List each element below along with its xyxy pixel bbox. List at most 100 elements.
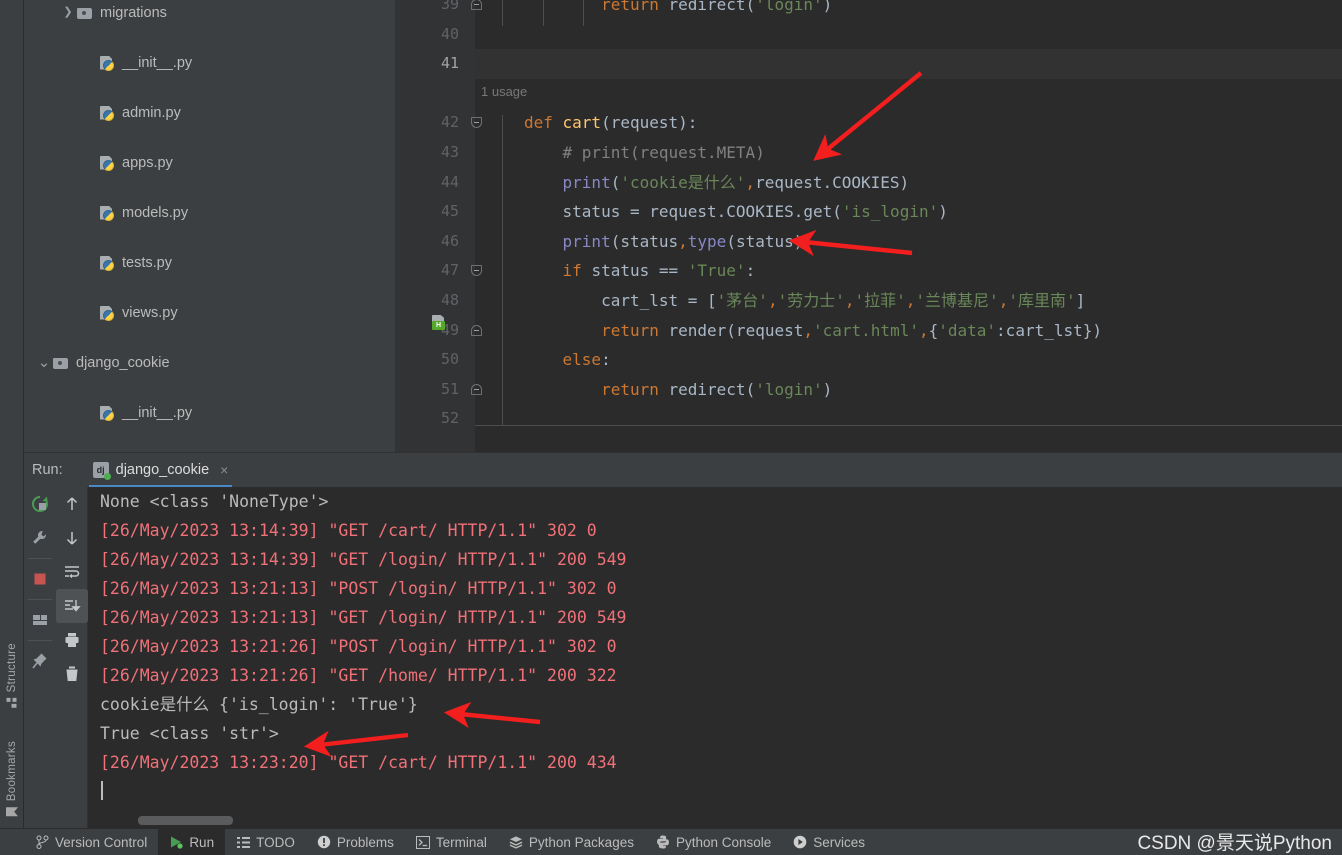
code-token: type	[687, 231, 727, 251]
chevron-down-icon[interactable]: ⌄	[36, 355, 52, 370]
layout-icon[interactable]	[24, 603, 56, 637]
settings-wrench-icon[interactable]	[24, 521, 56, 555]
code-token: else	[562, 350, 602, 370]
run-tab-label: django_cookie	[115, 462, 210, 478]
line-number: 50	[440, 350, 459, 369]
up-arrow-icon[interactable]	[56, 487, 88, 521]
code-token: print	[562, 231, 611, 251]
print-icon[interactable]	[56, 623, 88, 657]
line-number: 49	[440, 320, 459, 339]
usage-inlay-hint[interactable]: 1 usage	[481, 84, 527, 99]
editor-line[interactable]	[475, 49, 1342, 79]
code-token: )	[822, 379, 833, 399]
line-number: 47	[440, 261, 459, 280]
status-bar-item-version-control[interactable]: Version Control	[24, 829, 158, 855]
code-token: redirect(	[668, 379, 756, 399]
console-line: [26/May/2023 13:21:13] "POST /login/ HTT…	[100, 579, 617, 598]
code-token: 'is_login'	[841, 202, 939, 222]
python-file-icon	[98, 105, 116, 121]
sidebar-item-bookmarks[interactable]: Bookmarks	[0, 741, 24, 818]
line-number: 39	[440, 0, 459, 13]
code-token: return	[601, 0, 669, 14]
code-token: # print(request.META)	[524, 143, 765, 162]
code-token: return	[601, 320, 669, 340]
close-icon[interactable]: ×	[220, 462, 228, 478]
status-bar-item-todo[interactable]: TODO	[225, 829, 306, 855]
tree-item-label: apps.py	[122, 154, 173, 171]
status-bar-item-label: Version Control	[55, 834, 148, 850]
tree-item-tests-py[interactable]: tests.py	[24, 250, 395, 275]
code-token: '茅台'	[716, 291, 768, 310]
toolbar-divider	[28, 599, 52, 600]
code-editor[interactable]: 39 return redirect('login') 40 41 42 def car…	[395, 0, 1342, 452]
chevron-right-icon[interactable]: ❯	[60, 7, 76, 18]
console-line: cookie是什么 {'is_login': 'True'}	[100, 695, 418, 714]
pin-icon[interactable]	[24, 644, 56, 678]
tree-item-models-py[interactable]: models.py	[24, 200, 395, 225]
down-arrow-icon[interactable]	[56, 521, 88, 555]
tree-item-label: django_cookie	[76, 354, 170, 371]
code-token: :	[601, 350, 611, 370]
status-bar-item-problems[interactable]: Problems	[306, 829, 405, 855]
tree-item--init-py[interactable]: __init__.py	[24, 400, 395, 425]
sidebar-item-structure-label: Structure	[6, 642, 18, 692]
code-token: 'login'	[755, 0, 823, 14]
tree-item--init-py[interactable]: __init__.py	[24, 50, 395, 75]
editor-code-area[interactable]: 39 return redirect('login') 40 41 42 def car…	[432, 0, 1342, 452]
code-fold-marker[interactable]	[471, 324, 482, 336]
terminal-icon	[415, 835, 430, 849]
editor-line[interactable]	[475, 20, 1342, 50]
console-horizontal-scrollbar[interactable]	[138, 816, 233, 825]
tree-item-label: views.py	[122, 304, 178, 321]
code-token: '劳力士'	[777, 291, 845, 310]
html-file-icon[interactable]	[431, 315, 447, 331]
code-token: status ==	[591, 261, 688, 281]
status-bar-item-label: Python Console	[675, 834, 772, 850]
editor-line[interactable]	[475, 404, 1342, 434]
sidebar-item-structure[interactable]: Structure	[0, 643, 24, 708]
code-fold-marker[interactable]	[471, 0, 482, 10]
tree-item-admin-py[interactable]: admin.py	[24, 100, 395, 125]
status-bar-item-run[interactable]: Run	[158, 828, 226, 855]
soft-wrap-icon[interactable]	[56, 555, 88, 589]
tree-item-django-cookie[interactable]: ⌄ django_cookie	[24, 350, 395, 375]
code-token: {	[928, 320, 939, 340]
run-tab-django-cookie[interactable]: dj django_cookie ×	[87, 453, 235, 488]
code-token: cart	[562, 113, 602, 133]
status-bar-item-services[interactable]: Services	[782, 829, 876, 855]
status-bar-item-terminal[interactable]: Terminal	[405, 829, 498, 855]
django-icon: dj	[92, 462, 111, 480]
console-line: [26/May/2023 13:21:26] "GET /home/ HTTP/…	[100, 666, 617, 685]
python-file-icon	[98, 255, 116, 271]
code-token: :cart_lst})	[996, 320, 1103, 340]
tree-item-migrations[interactable]: ❯ migrations	[24, 0, 395, 25]
packages-icon	[509, 835, 523, 849]
code-token: def	[524, 113, 563, 133]
run-toolbar	[24, 487, 88, 828]
code-token: ,	[918, 320, 929, 340]
editor-line-text: return render(request,'cart.html',{'data…	[524, 316, 1102, 346]
line-number: 44	[440, 172, 459, 191]
status-bar-item-python-console[interactable]: Python Console	[645, 829, 782, 855]
project-tree[interactable]: ❯ migrations __init__.py admin.py apps.py mod…	[24, 0, 395, 452]
rerun-icon[interactable]	[24, 487, 56, 521]
trash-icon[interactable]	[56, 657, 88, 691]
code-fold-marker[interactable]	[471, 383, 482, 395]
console-line: [26/May/2023 13:14:39] "GET /cart/ HTTP/…	[100, 521, 597, 540]
tree-item-views-py[interactable]: views.py	[24, 300, 395, 325]
code-token: 'True'	[687, 261, 746, 281]
console-line: [26/May/2023 13:21:13] "GET /login/ HTTP…	[100, 608, 627, 627]
folder-icon	[52, 355, 70, 371]
code-token: ,	[745, 172, 756, 192]
stop-icon[interactable]	[24, 562, 56, 596]
tree-item-apps-py[interactable]: apps.py	[24, 150, 395, 175]
status-bar-item-python-packages[interactable]: Python Packages	[498, 829, 645, 855]
code-token: (status	[610, 231, 679, 251]
status-bar-item-label: Services	[813, 834, 866, 850]
editor-line-text: return redirect('login')	[524, 375, 832, 405]
scroll-to-end-icon[interactable]	[56, 589, 88, 623]
editor-line[interactable]	[475, 79, 1342, 109]
run-console-output[interactable]: None <class 'NoneType'> [26/May/2023 13:1…	[88, 487, 1342, 828]
